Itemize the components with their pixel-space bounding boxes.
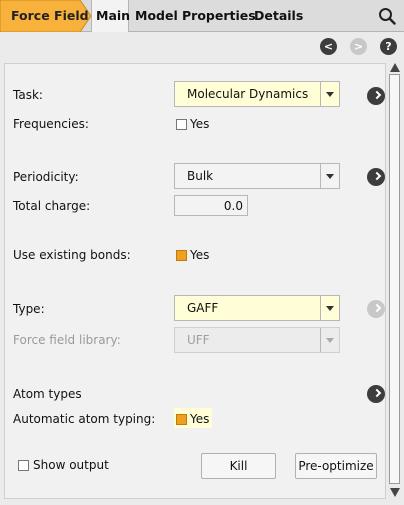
atom-types-label: Atom types <box>13 387 82 401</box>
back-button[interactable]: < <box>320 38 337 55</box>
chevron-down-icon[interactable] <box>320 296 339 320</box>
chevron-down-icon[interactable] <box>320 164 339 188</box>
frequencies-label: Frequencies: <box>13 117 89 131</box>
tab-main[interactable]: Main <box>91 0 131 32</box>
tab-details[interactable]: Details <box>254 8 303 23</box>
forward-button[interactable]: > <box>350 38 367 55</box>
periodicity-select-value: Bulk <box>187 169 214 183</box>
automatic-atom-typing-yes-label[interactable]: Yes <box>190 412 209 426</box>
frequencies-checkbox[interactable] <box>176 119 187 130</box>
search-icon[interactable] <box>378 7 396 25</box>
preoptimize-button[interactable]: Pre-optimize <box>295 453 377 479</box>
type-details-arrow-icon <box>367 300 385 318</box>
atom-types-arrow-icon[interactable] <box>367 385 385 403</box>
force-field-library-label: Force field library: <box>13 333 121 347</box>
tab-force-field-label: Force Field <box>11 8 89 23</box>
total-charge-input[interactable]: 0.0 <box>174 195 248 216</box>
periodicity-label: Periodicity: <box>13 170 79 184</box>
use-existing-bonds-label: Use existing bonds: <box>13 248 131 262</box>
type-select-value: GAFF <box>187 301 219 315</box>
frequencies-yes-label[interactable]: Yes <box>190 117 209 131</box>
use-existing-bonds-checkbox[interactable] <box>176 250 187 261</box>
tab-properties[interactable]: Properties <box>182 8 256 23</box>
task-select-value: Molecular Dynamics <box>187 87 309 101</box>
panel-tab-bar: Force Field Main Model Properties Detail… <box>0 0 404 32</box>
task-details-arrow-icon[interactable] <box>367 87 385 105</box>
scroll-thumb[interactable] <box>389 74 400 484</box>
automatic-atom-typing-checkbox[interactable] <box>176 414 187 425</box>
periodicity-details-arrow-icon[interactable] <box>367 168 385 186</box>
use-existing-bonds-yes-label[interactable]: Yes <box>190 248 209 262</box>
type-select[interactable]: GAFF <box>174 295 340 321</box>
automatic-atom-typing-label: Automatic atom typing: <box>13 412 156 426</box>
type-label: Type: <box>13 302 45 316</box>
force-field-library-select: UFF <box>174 327 340 353</box>
scroll-up-arrow-icon[interactable] <box>390 63 400 72</box>
chevron-down-icon <box>320 328 339 352</box>
show-output-checkbox[interactable] <box>18 460 29 471</box>
chevron-down-icon[interactable] <box>320 82 339 106</box>
total-charge-value: 0.0 <box>223 199 243 213</box>
tab-main-label: Main <box>96 8 131 23</box>
tab-force-field[interactable]: Force Field <box>0 0 92 32</box>
show-output-label[interactable]: Show output <box>33 458 109 472</box>
kill-button[interactable]: Kill <box>201 453 276 479</box>
force-field-library-select-value: UFF <box>187 333 210 347</box>
task-select[interactable]: Molecular Dynamics <box>174 81 340 107</box>
tab-model[interactable]: Model <box>135 8 178 23</box>
periodicity-select[interactable]: Bulk <box>174 163 340 189</box>
total-charge-label: Total charge: <box>13 199 91 213</box>
task-label: Task: <box>13 88 43 102</box>
help-button[interactable]: ? <box>380 38 397 55</box>
vertical-scrollbar[interactable] <box>387 63 402 499</box>
scroll-down-arrow-icon[interactable] <box>390 488 400 497</box>
